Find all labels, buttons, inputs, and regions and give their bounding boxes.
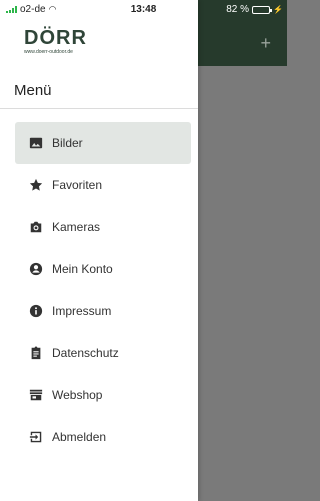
brand-name: DÖRR <box>24 27 87 49</box>
menu-item-label: Abmelden <box>52 430 107 444</box>
menu-item-label: Kameras <box>52 220 101 234</box>
account-icon <box>29 262 43 276</box>
status-right: 82 % ⚡ <box>226 4 283 15</box>
menu-item-label: Impressum <box>52 304 112 318</box>
battery-icon <box>252 5 273 14</box>
brand-url: www.doerr-outdoor.de <box>24 49 73 55</box>
menu-item-label: Favoriten <box>52 178 103 192</box>
divider <box>0 108 198 109</box>
info-icon <box>29 304 43 318</box>
add-button[interactable]: + <box>260 34 271 52</box>
logout-icon <box>29 430 43 444</box>
drawer-overlay[interactable] <box>198 66 287 501</box>
status-bar: o2-de ◠ 13:48 82 % ⚡ <box>0 0 287 18</box>
brand-logo: DÖRR www.doerr-outdoor.de <box>24 28 114 55</box>
menu-item-bilder[interactable]: Bilder <box>15 122 191 164</box>
menu-item-label: Datenschutz <box>52 346 119 360</box>
menu-item-label: Mein Konto <box>52 262 113 276</box>
menu-item-datenschutz[interactable]: Datenschutz <box>15 332 191 374</box>
menu-item-kameras[interactable]: Kameras <box>15 206 191 248</box>
menu-item-label: Webshop <box>52 388 103 402</box>
camera-icon <box>29 220 43 234</box>
menu-list: Bilder Favoriten Kameras Mein Konto Impr… <box>15 122 191 458</box>
menu-item-webshop[interactable]: Webshop <box>15 374 191 416</box>
menu-item-label: Bilder <box>52 136 83 150</box>
menu-title: Menü <box>14 82 52 99</box>
clipboard-icon <box>29 346 43 360</box>
menu-item-impressum[interactable]: Impressum <box>15 290 191 332</box>
star-icon <box>29 178 43 192</box>
menu-item-mein-konto[interactable]: Mein Konto <box>15 248 191 290</box>
store-icon <box>29 388 43 402</box>
image-icon <box>29 136 43 150</box>
menu-item-abmelden[interactable]: Abmelden <box>15 416 191 458</box>
charging-icon: ⚡ <box>273 5 283 14</box>
menu-item-favoriten[interactable]: Favoriten <box>15 164 191 206</box>
navigation-drawer: DÖRR www.doerr-outdoor.de Menü Bilder Fa… <box>0 0 198 501</box>
battery-percent: 82 % <box>226 4 250 15</box>
